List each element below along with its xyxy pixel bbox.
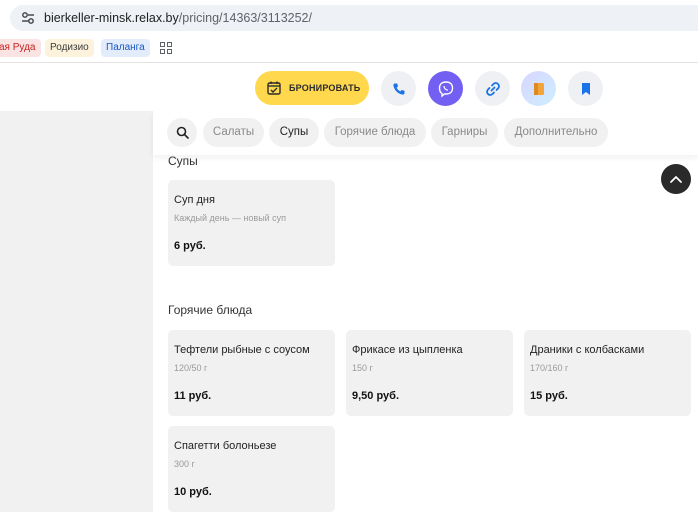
- phone-button[interactable]: [381, 71, 416, 106]
- menu-item-name: Фрикасе из цыпленка: [352, 344, 463, 356]
- menu-item-desc: Каждый день — новый суп: [174, 213, 287, 223]
- bookmark-item[interactable]: Родизио: [45, 39, 94, 57]
- menu-item-card[interactable]: Суп дня Каждый день — новый суп 6 руб.: [168, 180, 335, 266]
- menu-item-desc: 170/160 г: [530, 363, 569, 373]
- menu-item-price: 15 руб.: [530, 390, 568, 402]
- menu-item-price: 6 руб.: [174, 240, 206, 252]
- filter-chip-additional[interactable]: Дополнительно: [504, 118, 608, 147]
- book-button-label: БРОНИРОВАТЬ: [289, 83, 361, 93]
- share-link-button[interactable]: [475, 71, 510, 106]
- menu-item-name: Суп дня: [174, 194, 215, 206]
- menu-item-name: Драники с колбасками: [530, 344, 645, 356]
- save-button[interactable]: [568, 71, 603, 106]
- bookmark-item[interactable]: ая Руда: [0, 39, 41, 57]
- bookmarks-bar: ая Руда Родизио Паланга: [0, 36, 698, 60]
- apps-grid-icon[interactable]: [160, 42, 172, 54]
- menu-item-desc: 150 г: [352, 363, 373, 373]
- category-filter-bar: Салаты Супы Горячие блюда Гарниры Дополн…: [153, 111, 698, 155]
- menu-item-card[interactable]: Драники с колбасками 170/160 г 15 руб.: [524, 330, 691, 416]
- site-header: БРОНИРОВАТЬ: [0, 63, 698, 111]
- menu-item-card[interactable]: Фрикасе из цыпленка 150 г 9,50 руб.: [346, 330, 513, 416]
- filter-chip-salads[interactable]: Салаты: [203, 118, 264, 147]
- section-title-soups: Супы: [168, 154, 198, 168]
- menu-item-price: 11 руб.: [174, 390, 212, 402]
- book-button[interactable]: БРОНИРОВАТЬ: [255, 71, 369, 105]
- viber-button[interactable]: [428, 71, 463, 106]
- menu-item-price: 9,50 руб.: [352, 390, 400, 402]
- browser-address-row: bierkeller-minsk.relax.by/pricing/14363/…: [0, 0, 698, 36]
- calendar-check-icon: [267, 81, 281, 95]
- menu-item-desc: 120/50 г: [174, 363, 208, 373]
- menu-item-desc: 300 г: [174, 459, 195, 469]
- scroll-to-top-button[interactable]: [661, 164, 691, 194]
- menu-item-name: Спагетти болоньезе: [174, 440, 277, 452]
- left-panel: [0, 111, 153, 512]
- chevron-up-icon: [670, 176, 682, 183]
- bookmark-icon: [581, 82, 590, 95]
- viber-icon: [438, 80, 453, 97]
- filter-chip-hot-dishes[interactable]: Горячие блюда: [324, 118, 426, 147]
- phone-icon: [392, 83, 404, 95]
- filter-chip-garnishes[interactable]: Гарниры: [431, 118, 498, 147]
- link-icon: [485, 81, 500, 96]
- bookmark-item[interactable]: Паланга: [101, 39, 150, 57]
- menu-item-price: 10 руб.: [174, 486, 212, 498]
- section-title-hot-dishes: Горячие блюда: [168, 303, 253, 317]
- relax-logo-button[interactable]: [521, 71, 556, 106]
- site-settings-icon[interactable]: [20, 10, 36, 26]
- search-icon: [176, 126, 189, 139]
- url-host: bierkeller-minsk.relax.by: [44, 11, 179, 25]
- url-text[interactable]: bierkeller-minsk.relax.by/pricing/14363/…: [44, 11, 312, 25]
- relax-logo-icon: [533, 82, 544, 95]
- filter-chip-soups[interactable]: Супы: [269, 118, 319, 147]
- menu-item-card[interactable]: Тефтели рыбные с соусом 120/50 г 11 руб.: [168, 330, 335, 416]
- url-path: /pricing/14363/3113252/: [178, 11, 312, 25]
- menu-search-button[interactable]: [167, 118, 197, 147]
- menu-item-card[interactable]: Спагетти болоньезе 300 г 10 руб.: [168, 426, 335, 512]
- menu-item-name: Тефтели рыбные с соусом: [174, 344, 310, 356]
